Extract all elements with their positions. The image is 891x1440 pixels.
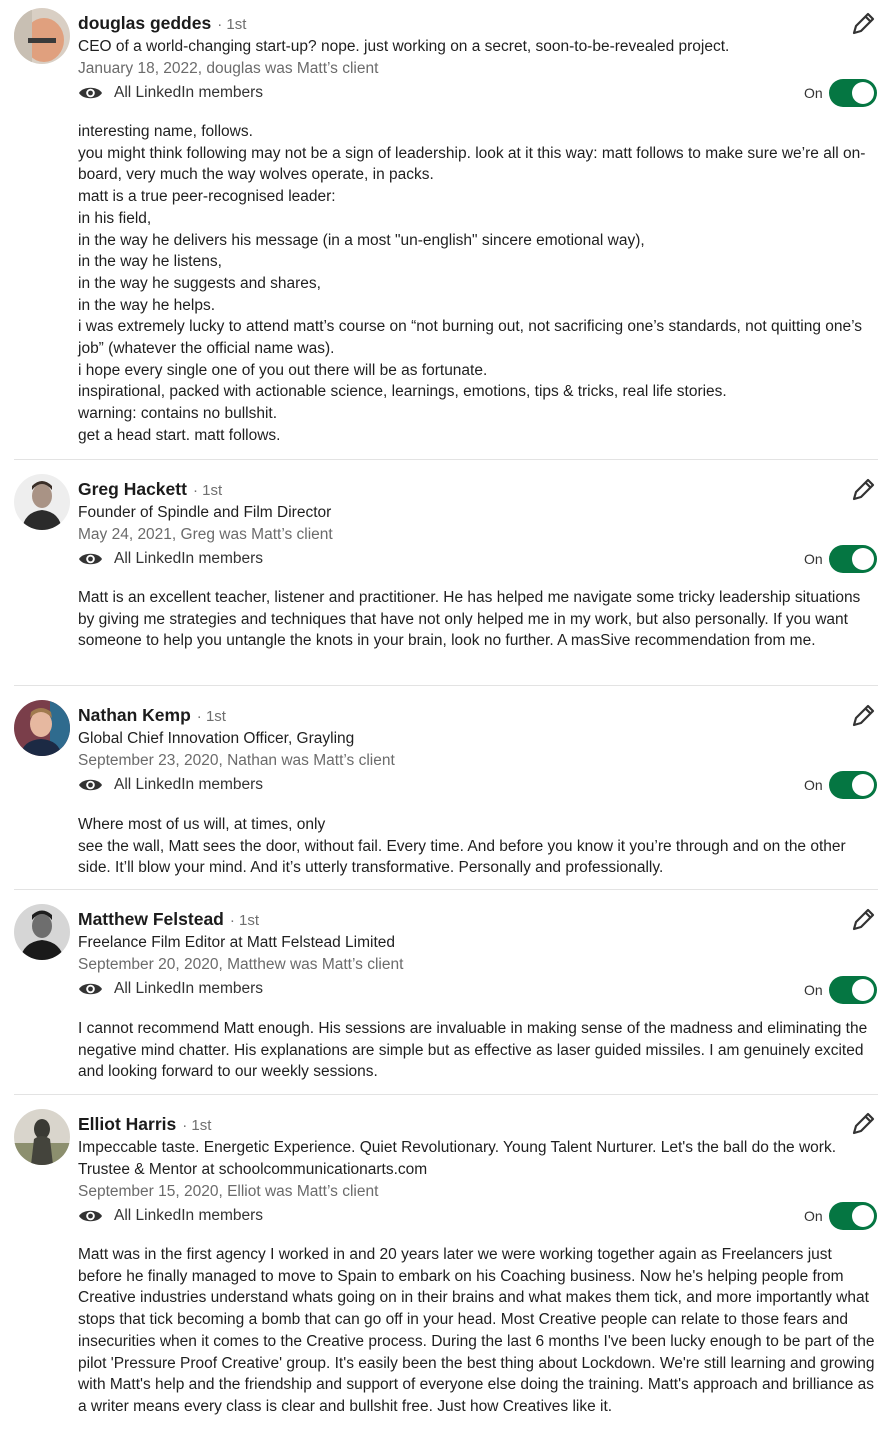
recommender-name[interactable]: Nathan Kemp: [78, 705, 191, 725]
visibility-label: All LinkedIn members: [114, 84, 264, 101]
connection-degree: 1st: [217, 16, 246, 33]
recommendation-date: September 15, 2020, Elliot was Matt’s cl…: [78, 1183, 379, 1200]
connection-degree: 1st: [197, 708, 226, 725]
visibility-setting: All LinkedIn members: [78, 81, 263, 105]
recommender-name[interactable]: Elliot Harris: [78, 1114, 176, 1134]
avatar[interactable]: [14, 1109, 70, 1165]
visibility-label: All LinkedIn members: [114, 1207, 264, 1224]
avatar[interactable]: [14, 474, 70, 530]
recommender-name-line: Greg Hackett 1st: [78, 476, 222, 504]
show-recommendation-toggle[interactable]: [829, 1202, 877, 1230]
connection-degree: 1st: [230, 912, 259, 929]
visibility-label: All LinkedIn members: [114, 776, 264, 793]
eye-icon: [79, 1210, 102, 1222]
eye-icon: [79, 87, 102, 99]
pencil-icon[interactable]: [848, 1109, 878, 1139]
recommender-headline: Founder of Spindle and Film Director: [78, 504, 332, 521]
toggle-label: On: [804, 777, 823, 793]
recommendation-date: May 24, 2021, Greg was Matt’s client: [78, 526, 333, 543]
toggle-label: On: [804, 1208, 823, 1224]
eye-icon: [79, 983, 102, 995]
visibility-label: All LinkedIn members: [114, 980, 264, 997]
show-recommendation-toggle[interactable]: [829, 79, 877, 107]
avatar[interactable]: [14, 904, 70, 960]
divider: [14, 1094, 878, 1095]
connection-degree: 1st: [193, 482, 222, 499]
recommendation-text: interesting name, follows. you might thi…: [78, 123, 866, 444]
recommendation-text: I cannot recommend Matt enough. His sess…: [78, 1020, 868, 1081]
visibility-setting: All LinkedIn members: [78, 977, 263, 1001]
recommendation-date: September 23, 2020, Nathan was Matt’s cl…: [78, 752, 395, 769]
pencil-icon[interactable]: [848, 905, 878, 935]
eye-icon: [79, 779, 102, 791]
toggle-label: On: [804, 551, 823, 567]
recommender-name[interactable]: douglas geddes: [78, 13, 211, 33]
recommendation-date: January 18, 2022, douglas was Matt’s cli…: [78, 60, 379, 77]
avatar[interactable]: [14, 8, 70, 64]
recommendation-text: Matt is an excellent teacher, listener a…: [78, 589, 861, 650]
show-recommendation-toggle[interactable]: [829, 771, 877, 799]
divider: [14, 459, 878, 460]
recommendation-date: September 20, 2020, Matthew was Matt’s c…: [78, 956, 404, 973]
pencil-icon[interactable]: [848, 701, 878, 731]
recommender-name[interactable]: Greg Hackett: [78, 479, 187, 499]
recommender-headline: Global Chief Innovation Officer, Graylin…: [78, 730, 355, 747]
visibility-setting: All LinkedIn members: [78, 773, 263, 797]
recommender-headline: CEO of a world-changing start-up? nope. …: [78, 38, 730, 55]
connection-degree: 1st: [182, 1117, 211, 1134]
recommendation-text: Where most of us will, at times, only se…: [78, 816, 846, 877]
recommender-name-line: douglas geddes 1st: [78, 10, 246, 38]
recommendation-text: Matt was in the first agency I worked in…: [78, 1246, 875, 1415]
recommender-name-line: Elliot Harris 1st: [78, 1111, 211, 1139]
pencil-icon[interactable]: [848, 9, 878, 39]
show-recommendation-toggle[interactable]: [829, 976, 877, 1004]
toggle-label: On: [804, 982, 823, 998]
pencil-icon[interactable]: [848, 475, 878, 505]
divider: [14, 685, 878, 686]
recommender-name-line: Nathan Kemp 1st: [78, 702, 226, 730]
divider: [14, 889, 878, 890]
avatar[interactable]: [14, 700, 70, 756]
visibility-label: All LinkedIn members: [114, 550, 264, 567]
recommender-name-line: Matthew Felstead 1st: [78, 906, 259, 934]
toggle-label: On: [804, 85, 823, 101]
recommender-headline: Impeccable taste. Energetic Experience. …: [78, 1139, 837, 1178]
eye-icon: [79, 553, 102, 565]
recommender-name[interactable]: Matthew Felstead: [78, 909, 224, 929]
recommender-headline: Freelance Film Editor at Matt Felstead L…: [78, 934, 396, 951]
visibility-setting: All LinkedIn members: [78, 1204, 263, 1228]
visibility-setting: All LinkedIn members: [78, 547, 263, 571]
show-recommendation-toggle[interactable]: [829, 545, 877, 573]
